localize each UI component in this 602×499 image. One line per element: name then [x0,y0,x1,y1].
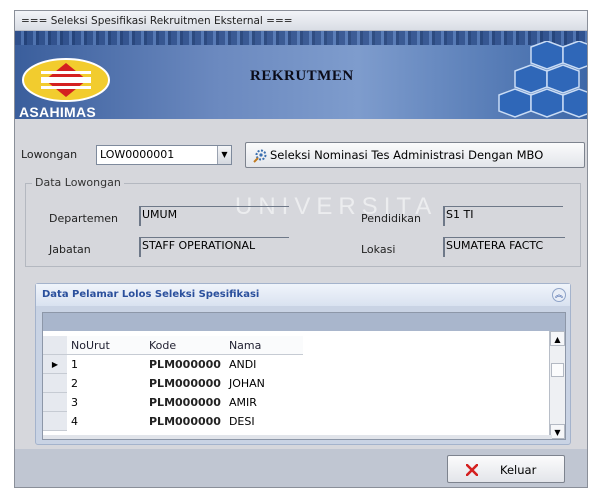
scroll-up-icon[interactable]: ▲ [550,331,565,346]
brand-name: ASAHIMAS [19,104,97,119]
column-header-nourut[interactable]: NoUrut [67,336,145,355]
chevron-down-icon[interactable]: ▼ [217,146,231,164]
hexagon-pattern-icon [498,41,587,118]
row-selector [43,373,67,393]
window-title: === Seleksi Spesifikasi Rekruitmen Ekste… [15,11,587,31]
cell-nourut: 1 [71,357,78,371]
column-header-nama[interactable]: Nama [224,336,303,355]
cell-nama: JOHAN [228,376,265,390]
row-selector [43,392,67,412]
banner-title: REKRUTMEN [250,68,354,84]
data-pelamar-title: Data Pelamar Lolos Seleksi Spesifikasi [36,284,570,306]
row-pointer-icon: ▶ [43,354,67,374]
cell-nama: DESI [228,414,255,428]
pendidikan-label: Pendidikan [361,212,421,225]
asahimas-logo-icon [22,58,110,102]
pendidikan-field[interactable]: S1 TI [443,206,563,226]
cell-kode: PLM000000 [149,357,221,371]
table-row[interactable]: ▶ 1 PLM000000 ANDI [43,354,303,374]
cell-nourut: 2 [71,376,78,390]
lokasi-field[interactable]: SUMATERA FACTC [443,237,565,257]
grid-group-strip [43,313,565,331]
scroll-thumb[interactable] [551,363,564,377]
pendidikan-value: S1 TI [446,208,474,221]
cell-kode: PLM000000 [149,395,221,409]
vertical-scrollbar[interactable]: ▲ ▼ [549,331,565,439]
pelamar-table: NoUrut Kode Nama ▶ 1 PLM000000 ANDI 2 PL… [43,336,303,431]
keluar-label: Keluar [500,463,537,477]
main-window: === Seleksi Spesifikasi Rekruitmen Ekste… [14,10,588,488]
table-row[interactable]: 4 PLM000000 DESI [43,411,303,431]
cell-nourut: 3 [71,395,78,409]
scroll-down-icon[interactable]: ▼ [550,424,565,439]
lowongan-dropdown[interactable]: LOW0000001 ▼ [96,145,232,165]
cell-kode: PLM000000 [149,414,221,428]
lokasi-value: SUMATERA FACTC [446,239,544,252]
horizontal-scrollbar[interactable] [43,435,552,439]
cell-nama: ANDI [228,357,257,371]
data-pelamar-panel: Data Pelamar Lolos Seleksi Spesifikasi ︽… [35,283,571,445]
row-selector [43,411,67,431]
table-row[interactable]: 3 PLM000000 AMIR [43,392,303,412]
data-lowongan-title: Data Lowongan [32,176,124,189]
departemen-label: Departemen [49,212,119,225]
column-header-kode[interactable]: Kode [145,336,225,355]
row-selector-header [43,336,67,355]
departemen-value: UMUM [142,208,178,221]
departemen-field[interactable]: UMUM [139,206,289,226]
seleksi-nominasi-button[interactable]: Seleksi Nominasi Tes Administrasi Dengan… [245,142,585,168]
collapse-icon[interactable]: ︽ [552,288,566,302]
cell-nourut: 4 [71,414,78,428]
table-row[interactable]: 2 PLM000000 JOHAN [43,373,303,393]
jabatan-field[interactable]: STAFF OPERATIONAL [139,237,289,257]
lowongan-label: Lowongan [21,148,78,161]
jabatan-label: Jabatan [49,243,91,256]
close-icon [466,464,478,476]
pelamar-grid[interactable]: NoUrut Kode Nama ▶ 1 PLM000000 ANDI 2 PL… [42,312,566,440]
table-header-row: NoUrut Kode Nama [43,336,303,355]
cell-kode: PLM000000 [149,376,221,390]
lokasi-label: Lokasi [361,243,396,256]
jabatan-value: STAFF OPERATIONAL [142,239,256,252]
seleksi-nominasi-label: Seleksi Nominasi Tes Administrasi Dengan… [270,148,544,162]
lowongan-value: LOW0000001 [100,148,175,161]
header-banner: ASAHIMAS REKRUTMEN [15,31,587,119]
gear-icon [253,149,267,163]
keluar-button[interactable]: Keluar [447,455,565,483]
cell-nama: AMIR [228,395,257,409]
